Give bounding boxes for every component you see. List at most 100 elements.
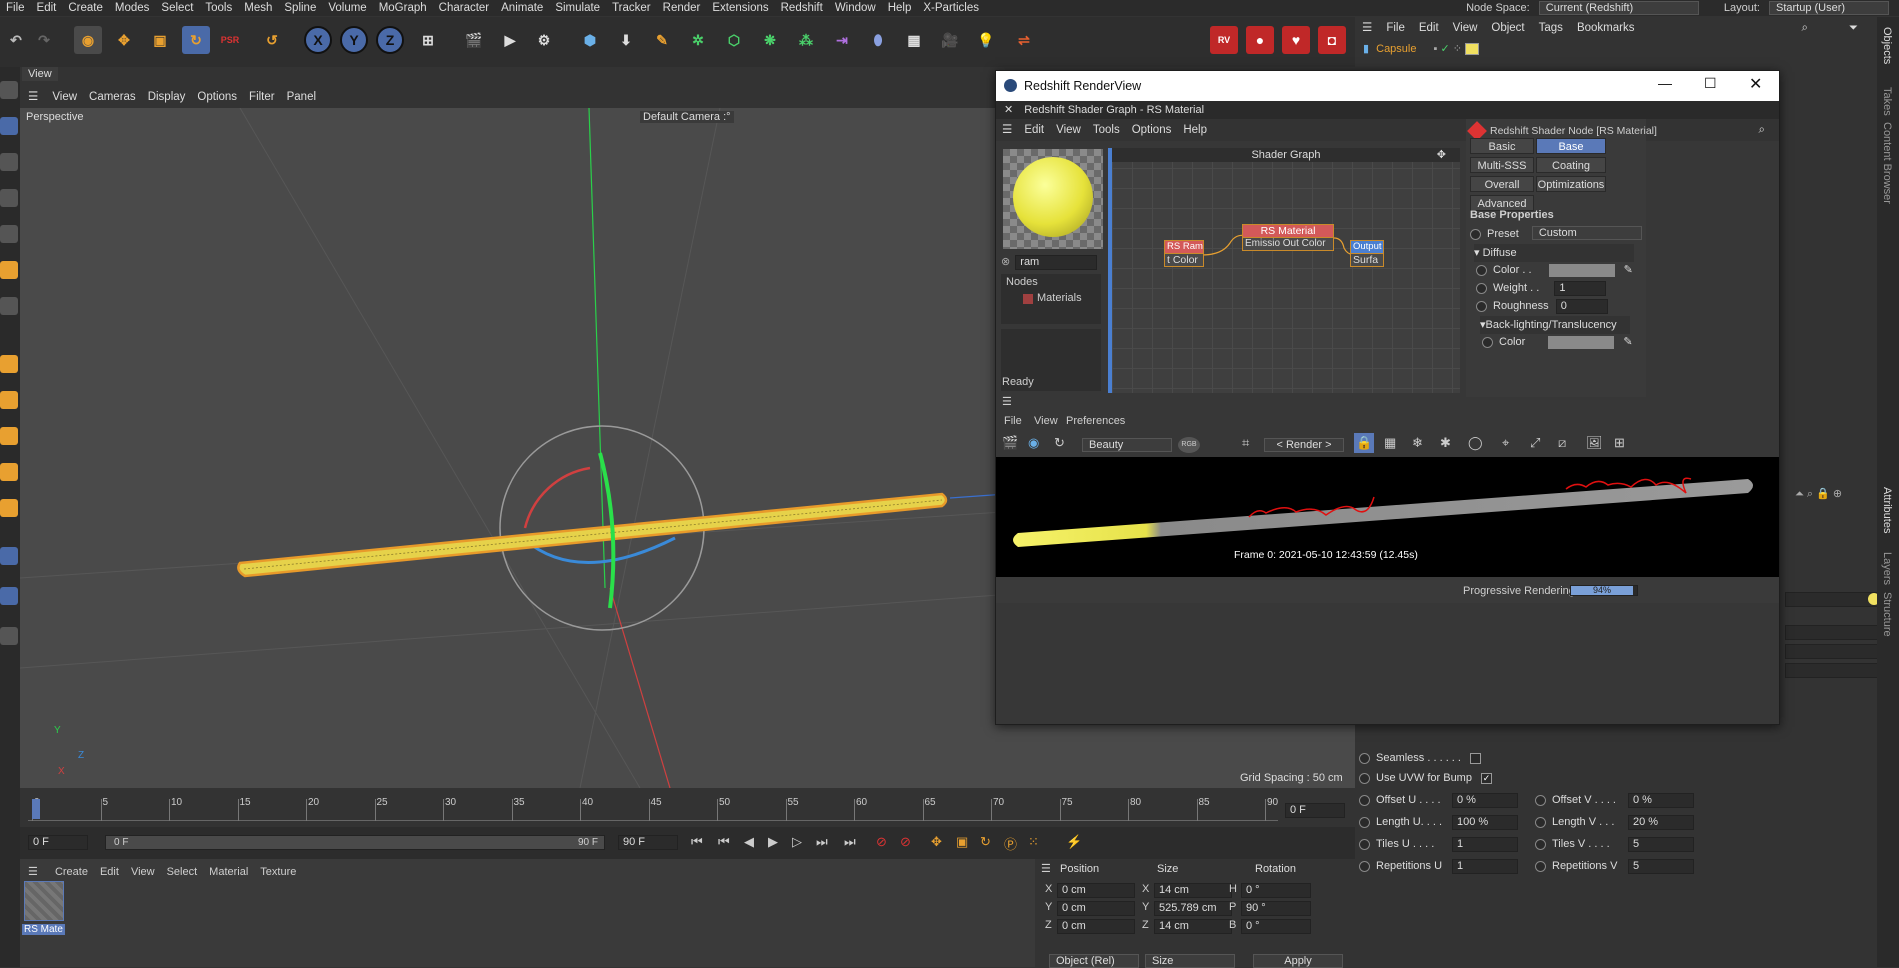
- play-icon[interactable]: ▶: [768, 834, 778, 850]
- object-row-capsule[interactable]: ▮ Capsule ▪ ✓ ⁘: [1363, 41, 1480, 57]
- rotation-field[interactable]: 0 °: [1241, 919, 1311, 934]
- goto-end-icon[interactable]: ⏭: [844, 834, 856, 850]
- uv-mode-icon[interactable]: [0, 297, 18, 315]
- backlight-group-row[interactable]: ▾Back-lighting/Translucency: [1480, 316, 1630, 334]
- floor-icon[interactable]: ▦: [900, 26, 928, 54]
- visibility-toggle-icon[interactable]: ▪: [1434, 43, 1438, 55]
- axis-x-button[interactable]: X: [304, 26, 332, 54]
- redshift-ipr-icon[interactable]: ●: [1246, 26, 1274, 54]
- tweak-icon[interactable]: [0, 627, 18, 645]
- mat-menu-select[interactable]: Select: [161, 866, 204, 878]
- goto-start-icon[interactable]: ⏮: [691, 834, 703, 850]
- size-field[interactable]: 14 cm: [1154, 919, 1232, 934]
- tab-basic[interactable]: Basic: [1470, 138, 1534, 154]
- render-target-dropdown[interactable]: < Render >: [1264, 438, 1344, 452]
- menu-edit[interactable]: Edit: [31, 0, 63, 16]
- ipr-start-icon[interactable]: ◉: [1028, 435, 1039, 451]
- anim-icon[interactable]: [1359, 838, 1370, 850]
- coord-mode-dropdown[interactable]: Object (Rel): [1049, 954, 1139, 968]
- field-icon[interactable]: ⬮: [864, 26, 892, 54]
- bl-color-swatch[interactable]: [1548, 335, 1615, 349]
- menu-mograph[interactable]: MoGraph: [373, 0, 433, 16]
- current-frame-field[interactable]: 0 F: [1285, 803, 1345, 818]
- key-pla-icon[interactable]: ⁙: [1028, 834, 1039, 850]
- timeline-playhead[interactable]: [32, 799, 40, 819]
- render-view-icon[interactable]: ▶: [496, 26, 524, 54]
- menu-extensions[interactable]: Extensions: [706, 0, 774, 16]
- vp-menu-view[interactable]: View: [46, 86, 83, 108]
- circle-icon[interactable]: ◯: [1468, 435, 1483, 451]
- pen-icon[interactable]: ⬇: [612, 26, 640, 54]
- rv-menu-file[interactable]: File: [1004, 415, 1022, 427]
- hamburger-icon[interactable]: ☰: [20, 86, 46, 108]
- material-tag-icon[interactable]: [1465, 43, 1480, 56]
- rotate-icon[interactable]: ↻: [182, 26, 210, 54]
- menu-select[interactable]: Select: [155, 0, 199, 16]
- size-field[interactable]: 14 cm: [1154, 883, 1232, 898]
- menu-help[interactable]: Help: [882, 0, 918, 16]
- rgb-button[interactable]: RGB: [1178, 437, 1200, 453]
- menu-mesh[interactable]: Mesh: [238, 0, 278, 16]
- apply-button[interactable]: Apply: [1253, 954, 1343, 968]
- deformer-icon[interactable]: ⇥: [828, 26, 856, 54]
- tab-multi-sss[interactable]: Multi-SSS: [1470, 157, 1534, 173]
- planar-workplane-icon[interactable]: [0, 499, 18, 517]
- mat-menu-view[interactable]: View: [125, 866, 161, 878]
- attr-value-field[interactable]: 0 %: [1452, 793, 1518, 808]
- sg-menu-view[interactable]: View: [1050, 119, 1087, 141]
- obj-menu-object[interactable]: Object: [1484, 17, 1531, 39]
- anim-icon[interactable]: [1535, 860, 1546, 872]
- mat-menu-edit[interactable]: Edit: [94, 866, 125, 878]
- minimize-icon[interactable]: —: [1658, 75, 1672, 91]
- seamless-anim-icon[interactable]: [1359, 752, 1370, 764]
- node-output[interactable]: Output Surfa: [1350, 240, 1384, 267]
- key-position-icon[interactable]: ✥: [931, 834, 942, 850]
- undo-icon[interactable]: ↶: [2, 26, 30, 54]
- mograph-icon[interactable]: ❋: [756, 26, 784, 54]
- layout-dropdown[interactable]: Startup (User): [1769, 1, 1889, 15]
- obj-menu-bookmarks[interactable]: Bookmarks: [1570, 17, 1642, 39]
- grid-icon[interactable]: ▦: [1384, 435, 1396, 451]
- menu-window[interactable]: Window: [829, 0, 882, 16]
- anim-icon[interactable]: [1359, 794, 1370, 806]
- redshift-light-icon[interactable]: ♥: [1282, 26, 1310, 54]
- viewport-tab[interactable]: View: [22, 67, 58, 81]
- key-scale-icon[interactable]: ▣: [956, 834, 968, 850]
- material-name[interactable]: RS Mate: [22, 924, 65, 935]
- redo-icon[interactable]: ↷: [30, 26, 58, 54]
- seamless-checkbox[interactable]: [1470, 752, 1482, 764]
- clear-search-icon[interactable]: ⊗: [1001, 256, 1010, 268]
- tab-content-browser[interactable]: Content Browser: [1881, 122, 1893, 204]
- psr-icon[interactable]: PSR: [216, 26, 244, 54]
- menu-animate[interactable]: Animate: [495, 0, 549, 16]
- anim-icon[interactable]: [1535, 794, 1546, 806]
- roughness-field[interactable]: 0: [1555, 299, 1608, 314]
- sg-menu-options[interactable]: Options: [1126, 119, 1178, 141]
- hamburger-icon[interactable]: ☰: [1355, 17, 1379, 39]
- maximize-icon[interactable]: ☐: [1704, 75, 1717, 92]
- render-settings-icon[interactable]: ⚙: [530, 26, 558, 54]
- node-search-input[interactable]: ram: [1015, 255, 1098, 270]
- edges-mode-icon[interactable]: [0, 225, 18, 243]
- tab-structure[interactable]: Structure: [1881, 592, 1893, 637]
- rv-menu-preferences[interactable]: Preferences: [1066, 415, 1125, 427]
- menu-redshift[interactable]: Redshift: [775, 0, 829, 16]
- tab-attributes[interactable]: Attributes: [1881, 487, 1893, 533]
- cube-icon[interactable]: ⬢: [576, 26, 604, 54]
- sg-menu-help[interactable]: Help: [1177, 119, 1213, 141]
- position-field[interactable]: 0 cm: [1057, 883, 1135, 898]
- timeline-ruler[interactable]: 051015202530354045505560657075808590 0 F: [20, 795, 1355, 827]
- add-snapshot-icon[interactable]: ⊞: [1614, 435, 1625, 451]
- menu-simulate[interactable]: Simulate: [549, 0, 606, 16]
- filter-icon[interactable]: ⏷: [1842, 17, 1865, 39]
- focus-icon[interactable]: ⌖: [1502, 435, 1509, 451]
- hamburger-icon[interactable]: ☰: [996, 119, 1018, 141]
- light-icon[interactable]: 💡: [972, 26, 1000, 54]
- attr-value-field[interactable]: 1: [1452, 859, 1518, 874]
- refresh-icon[interactable]: ↻: [1054, 435, 1065, 451]
- menu-create[interactable]: Create: [62, 0, 109, 16]
- uvw-bump-checkbox[interactable]: ✓: [1481, 772, 1493, 784]
- vp-menu-panel[interactable]: Panel: [281, 86, 322, 108]
- workplane-icon[interactable]: [0, 427, 18, 445]
- render-output[interactable]: Frame 0: 2021-05-10 12:43:59 (12.45s): [996, 457, 1779, 577]
